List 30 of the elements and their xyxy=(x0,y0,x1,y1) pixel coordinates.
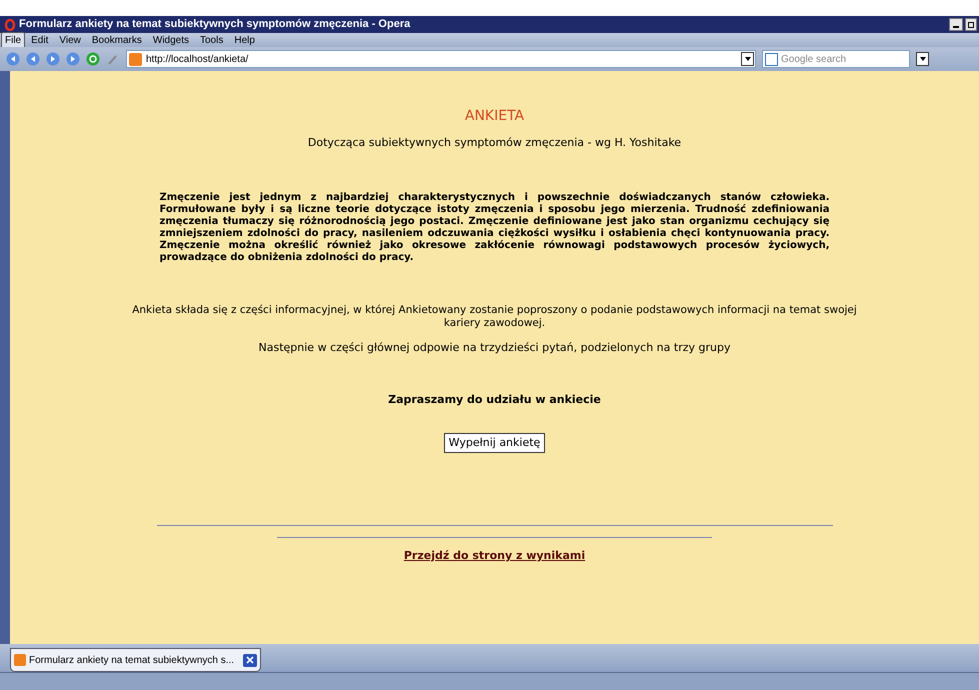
menu-item[interactable]: Bookmarks xyxy=(86,32,147,48)
browser-tab[interactable]: Formularz ankiety na temat subiektywnych s... xyxy=(10,648,262,672)
opera-logo-icon xyxy=(4,18,16,30)
menu-item[interactable]: Edit xyxy=(26,32,54,48)
fill-survey-button[interactable]: Wypełnij ankietę xyxy=(444,432,546,453)
reload-icon[interactable] xyxy=(86,52,100,66)
restore-icon[interactable] xyxy=(965,18,977,31)
page-heading: ANKIETA xyxy=(464,107,524,126)
page-icon xyxy=(129,52,142,66)
results-link[interactable]: Przejdź do strony z wynikami xyxy=(404,548,586,564)
menu-item[interactable]: Tools xyxy=(195,32,228,48)
back-icon[interactable] xyxy=(6,52,20,66)
dropdown-icon[interactable] xyxy=(916,52,929,66)
menu-item[interactable]: Widgets xyxy=(148,32,194,48)
menu-item[interactable]: View xyxy=(54,32,86,48)
window-title: Formularz ankiety na temat subiektywnych symptomów zmęczenia - Opera xyxy=(19,17,410,32)
menu-item[interactable]: Help xyxy=(229,32,260,48)
minimize-icon[interactable] xyxy=(949,18,963,31)
search-field[interactable]: Google search xyxy=(762,50,910,68)
info-paragraph: Ankieta składa się z części informacyjnej, w której Ankietowany zostanie poproszony o podanie podstawowych informacji na temat swojej kariery zawodowej. xyxy=(131,304,858,330)
close-icon[interactable] xyxy=(243,654,258,666)
page-subheading: Dotycząca subiektywnych symptomów zmęczenia - wg H. Yoshitake xyxy=(308,135,682,151)
invite-text: Zapraszamy do udziału w ankiecie xyxy=(388,392,601,408)
info-paragraph: Następnie w części głównej odpowie na trzydzieści pytań, podzielonych na trzy grupy xyxy=(258,340,730,356)
google-icon xyxy=(765,52,778,66)
fast-forward-icon[interactable] xyxy=(66,52,80,66)
page-icon xyxy=(14,654,26,666)
intro-paragraph: Zmęczenie jest jednym z najbardziej charakterystycznych i powszechnie doświadczanych stanów człowieka. Formułowane były i są liczne teorie dotyczące istoty zmęczenia i sposobu jego mierzenia. Trudność zdefiniowania zmęczenia tłumaczy się różnorodnością jego postaci. Zmęczenie definiowane jest jako stan organizmu cechujący się zmniejszeniem zdolności do pracy, nasileniem odczuwania ciężkości wysiłku i osłabienia chęci kontynuowania pracy. Zmęczenie można określić również jako okresowe zakłócenie równowagi podstawowych procesów życiowych, prowadzące do obniżenia zdolności do pracy. xyxy=(160,192,830,264)
dropdown-icon[interactable] xyxy=(741,52,754,66)
address-field[interactable]: http://localhost/ankieta/ xyxy=(126,50,756,68)
